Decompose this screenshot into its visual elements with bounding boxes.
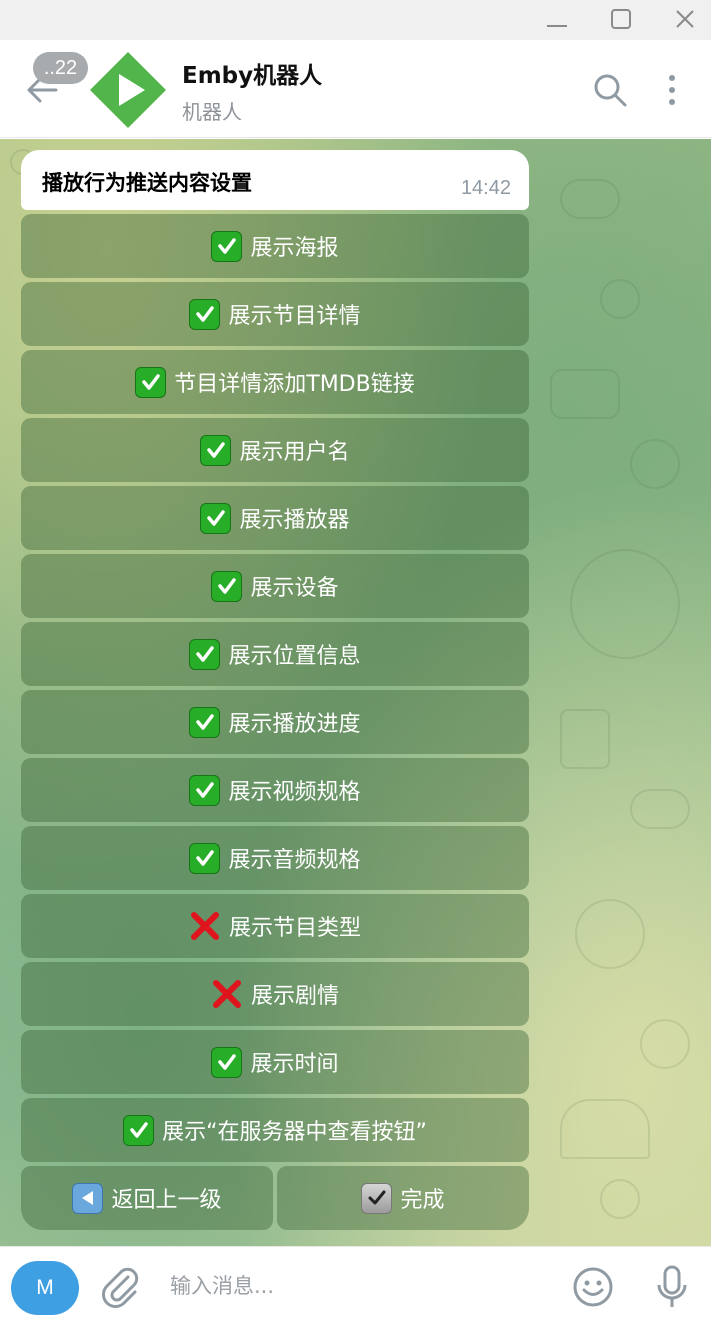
doodle [575, 899, 645, 969]
keyboard-toggle-button[interactable]: 展示播放进度 [21, 690, 529, 754]
keyboard-toggle-button[interactable]: 展示播放器 [21, 486, 529, 550]
keyboard-toggle-label: 展示音频规格 [228, 848, 361, 873]
keyboard-toggle-label: 展示“在服务器中查看按钮” [162, 1120, 427, 1145]
keyboard-toggle-label: 展示位置信息 [228, 644, 361, 669]
chat-title: Emby机器人 [182, 63, 323, 89]
message-bubble: 播放行为推送内容设置 14:42 [21, 150, 529, 210]
chat-subtitle: 机器人 [182, 100, 242, 124]
done-button[interactable]: 完成 [277, 1166, 529, 1230]
doodle [600, 1179, 640, 1219]
check-mark-icon [211, 230, 243, 262]
check-mark-icon [123, 1114, 155, 1146]
check-mark-icon [200, 434, 232, 466]
attach-icon[interactable] [98, 1265, 142, 1309]
search-icon[interactable] [589, 70, 633, 110]
check-mark-icon [200, 502, 232, 534]
doodle [600, 279, 640, 319]
keyboard-toggle-label: 展示播放进度 [228, 712, 361, 737]
keyboard-toggle-label: 展示海报 [250, 236, 339, 261]
keyboard-toggle-label: 展示用户名 [239, 440, 350, 465]
check-mark-icon [189, 842, 221, 874]
message-text: 播放行为推送内容设置 [42, 171, 252, 195]
keyboard-toggle-button[interactable]: 展示节目详情 [21, 282, 529, 346]
keyboard-toggle-button[interactable]: 展示用户名 [21, 418, 529, 482]
keyboard-toggle-label: 展示播放器 [239, 508, 350, 533]
maximize-icon[interactable] [601, 4, 641, 34]
doodle [550, 369, 620, 419]
cross-mark-icon [211, 978, 243, 1010]
keyboard-toggle-button[interactable]: 展示音频规格 [21, 826, 529, 890]
keyboard-toggle-label: 节目详情添加TMDB链接 [174, 372, 415, 397]
keyboard-toggle-button[interactable]: 展示视频规格 [21, 758, 529, 822]
back-button[interactable]: 返回上一级 [21, 1166, 273, 1230]
keyboard-toggle-label: 展示时间 [250, 1052, 339, 1077]
microphone-icon[interactable] [652, 1263, 692, 1311]
doodle [570, 549, 680, 659]
keyboard-toggle-label: 展示节目详情 [228, 304, 361, 329]
bot-avatar[interactable] [88, 50, 168, 130]
chat-header: ..22 Emby机器人 机器人 [0, 40, 711, 138]
doodle [560, 179, 620, 219]
unread-count-badge: ..22 [33, 52, 88, 84]
keyboard-toggle-button[interactable]: 展示剧情 [21, 962, 529, 1026]
doodle [630, 439, 680, 489]
keyboard-toggle-button[interactable]: 节目详情添加TMDB链接 [21, 350, 529, 414]
keyboard-toggle-button[interactable]: 展示节目类型 [21, 894, 529, 958]
keyboard-toggle-label: 展示节目类型 [228, 916, 361, 941]
check-mark-icon [189, 638, 221, 670]
doodle [560, 709, 610, 769]
check-mark-icon [189, 774, 221, 806]
close-icon[interactable] [665, 4, 705, 34]
minimize-icon[interactable] [537, 4, 577, 34]
keyboard-toggle-button[interactable]: 展示设备 [21, 554, 529, 618]
check-mark-icon [189, 706, 221, 738]
back-button-label: 返回上一级 [111, 1188, 222, 1213]
window-titlebar [0, 0, 711, 40]
keyboard-toggle-label: 展示设备 [250, 576, 339, 601]
doodle [630, 789, 690, 829]
back-triangle-icon [72, 1182, 104, 1214]
check-mark-icon [211, 570, 243, 602]
keyboard-toggle-button[interactable]: 展示“在服务器中查看按钮” [21, 1098, 529, 1162]
check-mark-icon [189, 298, 221, 330]
message-time: 14:42 [460, 177, 511, 199]
doodle [560, 1099, 650, 1159]
message-input[interactable] [170, 1269, 550, 1303]
done-button-label: 完成 [400, 1188, 445, 1213]
keyboard-toggle-label: 展示视频规格 [228, 780, 361, 805]
message-input-bar: M [0, 1246, 711, 1323]
check-mark-icon [211, 1046, 243, 1078]
emoji-icon[interactable] [571, 1265, 615, 1309]
check-mark-icon [135, 366, 167, 398]
keyboard-toggle-button[interactable]: 展示时间 [21, 1030, 529, 1094]
doodle [640, 1019, 690, 1069]
checkbox-icon [361, 1182, 393, 1214]
keyboard-toggle-button[interactable]: 展示位置信息 [21, 622, 529, 686]
sender-avatar[interactable]: M [11, 1261, 79, 1315]
keyboard-toggle-label: 展示剧情 [250, 984, 339, 1009]
more-vert-icon[interactable] [655, 68, 689, 112]
cross-mark-icon [189, 910, 221, 942]
keyboard-toggle-button[interactable]: 展示海报 [21, 214, 529, 278]
